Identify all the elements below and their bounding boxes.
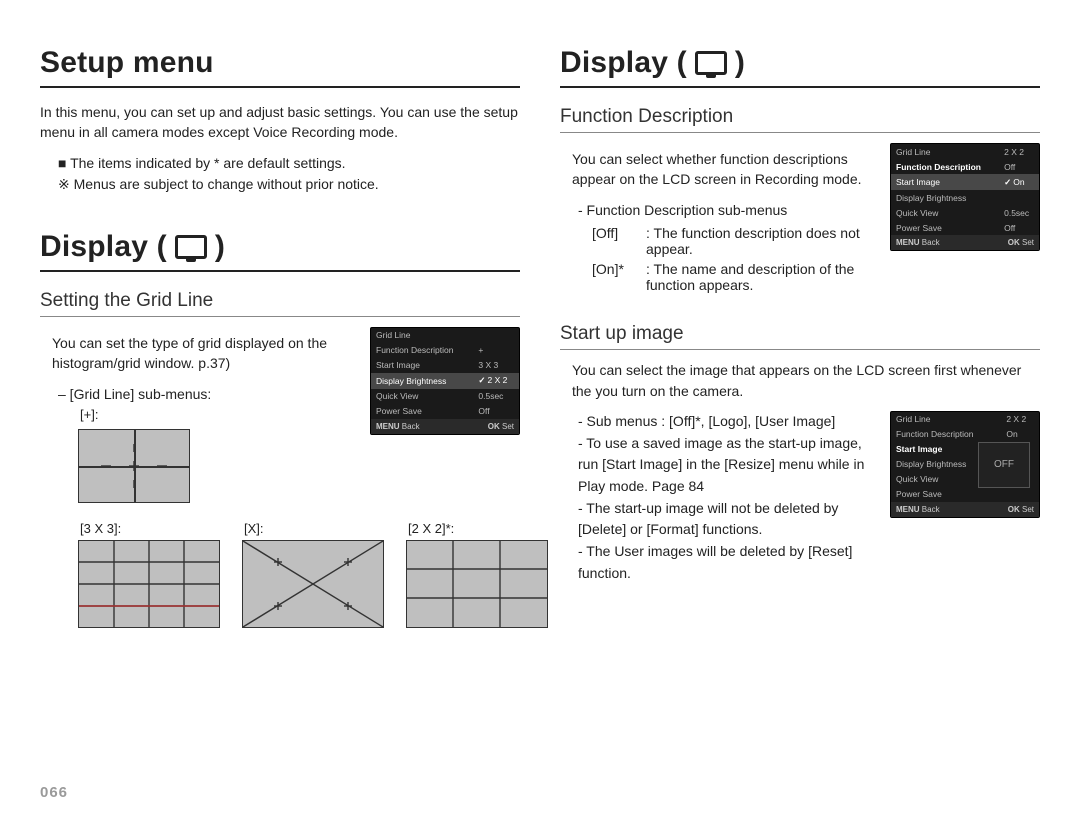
manual-page: Setup menu In this menu, you can set up … — [0, 0, 1080, 815]
subheading-rule — [560, 132, 1040, 133]
display-icon — [175, 235, 207, 259]
subheading-rule — [560, 349, 1040, 350]
left-column: Setup menu In this menu, you can set up … — [40, 46, 520, 628]
startup-image-text: You can select the image that appears on… — [560, 360, 1040, 401]
fd-options: [Off] : The function description does no… — [560, 225, 876, 293]
startup-image-subheading: Start up image — [560, 323, 1040, 345]
default-settings-note: ■ The items indicated by * are default s… — [40, 153, 520, 175]
startup-sub1: - Sub menus : [Off]*, [Logo], [User Imag… — [560, 411, 876, 433]
display-heading-right: Display ( ) — [560, 46, 1040, 80]
fd-on-val: : The name and description of the functi… — [646, 261, 876, 293]
grid-plus-label: [+]: — [42, 405, 356, 425]
function-description-row: You can select whether function descript… — [560, 143, 1040, 297]
grid-line-desc: You can set the type of grid displayed o… — [40, 333, 356, 374]
fd-on-key: [On]* — [592, 261, 646, 277]
fd-off-val: : The function description does not appe… — [646, 225, 876, 257]
grid-line-submenus-label: – [Grid Line] sub-menus: — [40, 384, 356, 406]
function-description-screenshot: Grid Line2 X 2Function DescriptionOffSta… — [890, 143, 1040, 251]
startup-sub3: - The start-up image will not be deleted… — [560, 498, 876, 541]
grid-line-row: You can set the type of grid displayed o… — [40, 327, 520, 503]
startup-off-thumbnail: OFF — [978, 442, 1030, 488]
startup-sub4: - The User images will be deleted by [Re… — [560, 541, 876, 584]
grid-line-subheading: Setting the Grid Line — [40, 290, 520, 312]
startup-sub2: - To use a saved image as the start-up i… — [560, 433, 876, 498]
square-bullet-icon: ■ — [58, 155, 70, 171]
reference-mark-icon: ※ — [58, 176, 74, 192]
setup-menu-heading: Setup menu — [40, 46, 520, 80]
grid-3x3: [3 X 3]: — [78, 521, 218, 628]
right-column: Display ( ) Function Description You can… — [560, 46, 1040, 628]
startup-image-screenshot: Grid Line2 X 2Function DescriptionOnStar… — [890, 411, 1040, 518]
startup-image-row: - Sub menus : [Off]*, [Logo], [User Imag… — [560, 411, 1040, 585]
heading-rule — [560, 86, 1040, 88]
display-heading-left: Display ( ) — [40, 230, 520, 264]
two-column-layout: Setup menu In this menu, you can set up … — [40, 46, 1040, 628]
change-notice: ※ Menus are subject to change without pr… — [40, 174, 520, 196]
grid-2x2: [2 X 2]*: — [406, 521, 546, 628]
display-icon — [695, 51, 727, 75]
fd-submenus-label: - Function Description sub-menus — [560, 200, 876, 222]
setup-menu-intro: In this menu, you can set up and adjust … — [40, 102, 520, 143]
grid-line-screenshot: Grid LineFunction Description+Start Imag… — [370, 327, 520, 435]
fd-off-key: [Off] — [592, 225, 646, 241]
heading-rule — [40, 270, 520, 272]
grid-x: [X]: — [242, 521, 382, 628]
heading-rule — [40, 86, 520, 88]
grid-examples-row: [3 X 3]: [X]: — [40, 521, 520, 628]
grid-line-text: You can set the type of grid displayed o… — [40, 327, 356, 503]
function-description-text: You can select whether function descript… — [560, 149, 876, 190]
grid-plus-diagram — [40, 429, 356, 503]
function-description-subheading: Function Description — [560, 106, 1040, 128]
subheading-rule — [40, 316, 520, 317]
page-number: 066 — [40, 784, 68, 801]
